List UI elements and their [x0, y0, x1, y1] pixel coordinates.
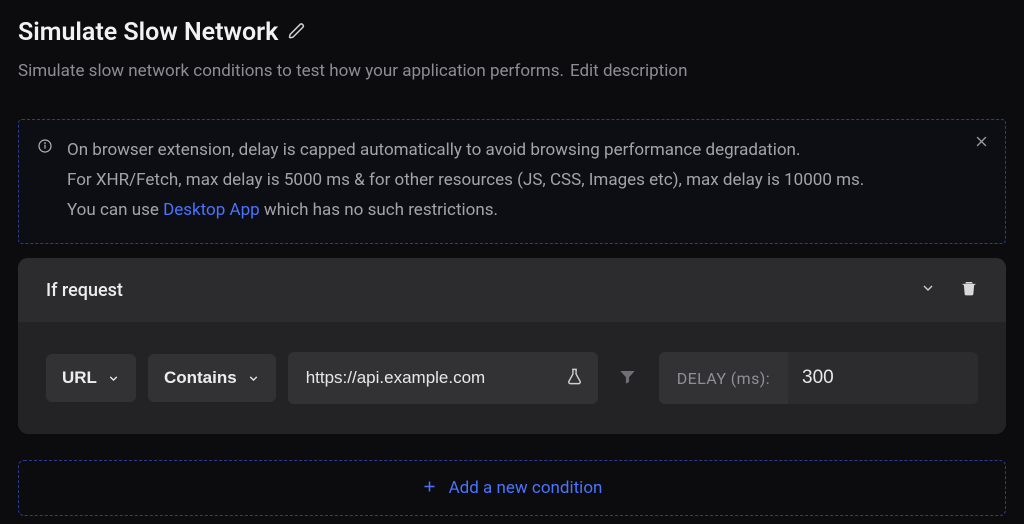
close-icon[interactable]	[974, 134, 989, 153]
edit-title-icon[interactable]	[288, 22, 306, 44]
page-description: Simulate slow network conditions to test…	[18, 61, 564, 81]
info-line-3: You can use Desktop App which has no suc…	[67, 196, 864, 226]
field-select[interactable]: URL	[46, 354, 136, 402]
plus-icon	[422, 479, 437, 498]
rule-body: URL Contains DELAY (ms):	[18, 322, 1006, 434]
info-line-2: For XHR/Fetch, max delay is 5000 ms & fo…	[67, 166, 864, 196]
edit-description-link[interactable]: Edit description	[570, 61, 688, 81]
desktop-app-link[interactable]: Desktop App	[163, 200, 260, 220]
delay-group: DELAY (ms):	[659, 352, 978, 404]
info-line-1: On browser extension, delay is capped au…	[67, 136, 864, 166]
operator-select[interactable]: Contains	[148, 354, 276, 402]
page-title: Simulate Slow Network	[18, 18, 278, 47]
rule-card: If request URL Contains	[18, 258, 1006, 434]
add-condition-label: Add a new condition	[449, 478, 603, 498]
delay-input[interactable]	[788, 352, 978, 404]
beaker-icon[interactable]	[565, 367, 584, 390]
url-input-wrap	[288, 352, 598, 404]
rule-header: If request	[18, 258, 1006, 322]
delay-label: DELAY (ms):	[659, 352, 788, 404]
url-input[interactable]	[306, 368, 565, 388]
info-banner: On browser extension, delay is capped au…	[18, 119, 1006, 244]
field-select-label: URL	[62, 368, 97, 388]
chevron-down-icon[interactable]	[920, 280, 936, 300]
filter-icon[interactable]	[618, 367, 637, 390]
trash-icon[interactable]	[960, 278, 978, 302]
add-condition-button[interactable]: Add a new condition	[18, 460, 1006, 516]
info-icon	[37, 138, 53, 225]
rule-heading: If request	[46, 280, 123, 301]
operator-select-label: Contains	[164, 368, 237, 388]
